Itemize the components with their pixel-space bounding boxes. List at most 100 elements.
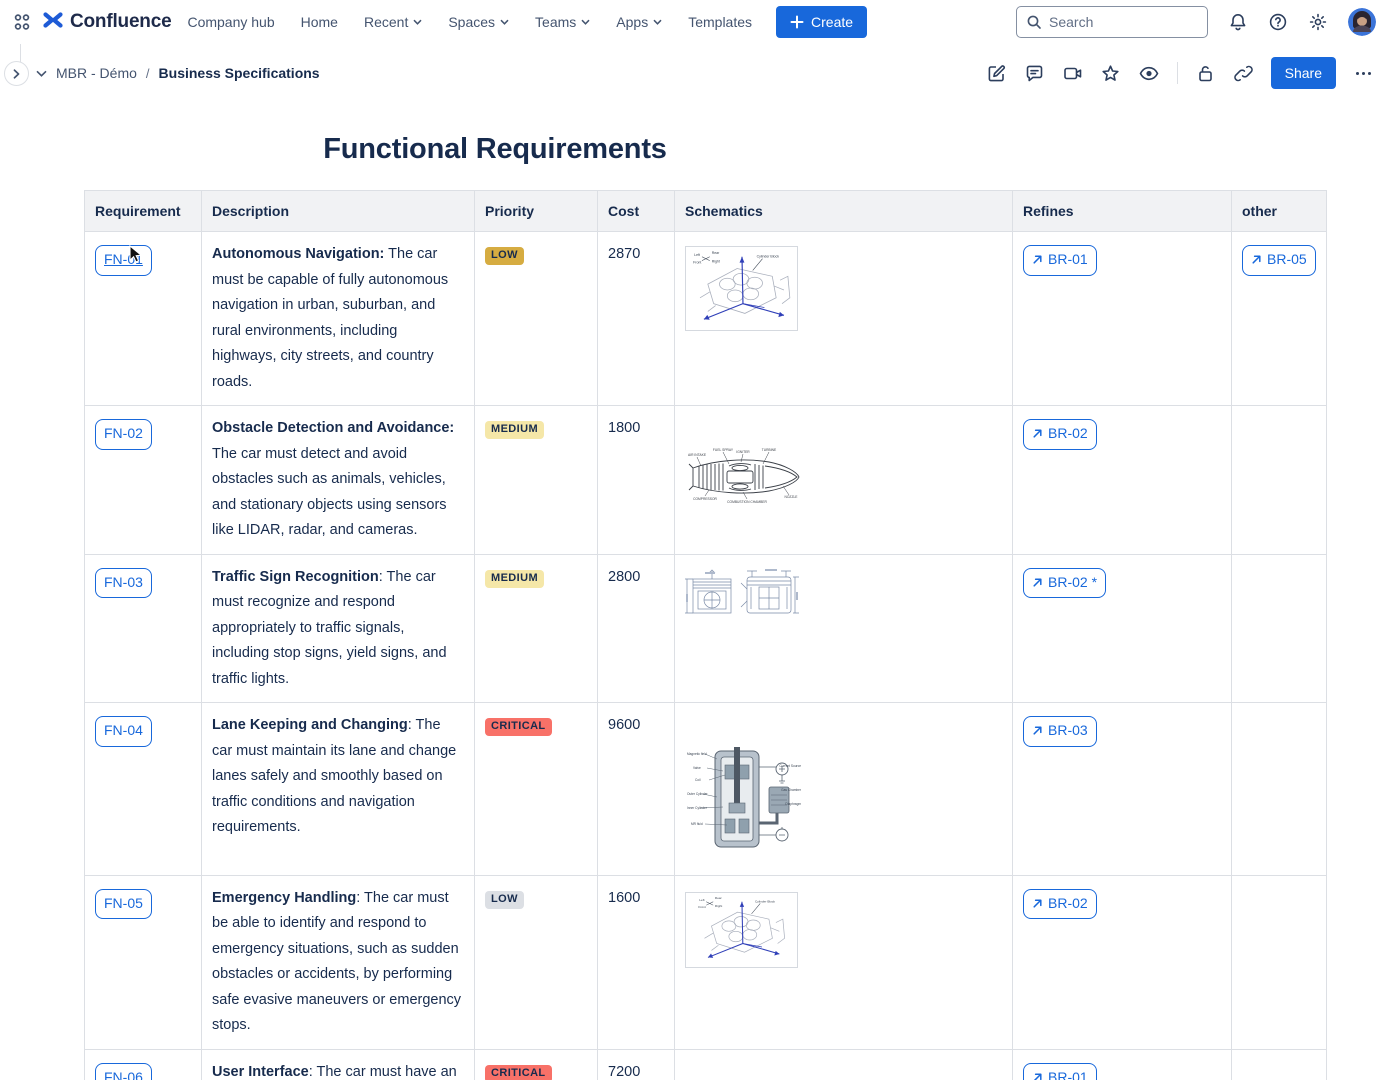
- star-icon[interactable]: [1096, 58, 1126, 88]
- cell-requirement: FN-01: [85, 232, 202, 406]
- edit-icon[interactable]: [982, 58, 1012, 88]
- confluence-brand[interactable]: Confluence: [42, 10, 171, 35]
- svg-text:Valve: Valve: [693, 766, 701, 770]
- priority-badge: MEDIUM: [485, 421, 544, 439]
- search-input[interactable]: [1049, 14, 1189, 30]
- cell-refines: BR-03: [1013, 703, 1232, 876]
- watch-eye-icon[interactable]: [1134, 58, 1164, 88]
- search-box[interactable]: [1016, 6, 1208, 38]
- cell-schematics: [675, 554, 1013, 703]
- nav-home[interactable]: Home: [301, 14, 338, 30]
- description-term: User Interface: [212, 1064, 309, 1080]
- table-row: FN-03 Traffic Sign Recognition: The car m…: [85, 554, 1327, 703]
- brand-wordmark: Confluence: [70, 11, 171, 33]
- refined-link-chip[interactable]: BR-05: [1242, 245, 1316, 276]
- user-avatar[interactable]: [1348, 8, 1376, 36]
- requirement-chip[interactable]: FN-04: [95, 716, 152, 747]
- cell-description: Autonomous Navigation: The car must be c…: [202, 232, 475, 406]
- svg-text:Coil: Coil: [695, 778, 701, 782]
- chevron-right-icon: [12, 69, 21, 79]
- svg-text:Cylinder Block: Cylinder Block: [757, 255, 780, 259]
- share-button[interactable]: Share: [1271, 57, 1336, 89]
- description-term: Obstacle Detection and Avoidance:: [212, 420, 454, 436]
- video-icon[interactable]: [1058, 58, 1088, 88]
- svg-text:Right: Right: [712, 260, 720, 264]
- cell-refines: BR-02: [1013, 875, 1232, 1049]
- chip-label: FN-01: [104, 247, 143, 273]
- refined-link-chip[interactable]: BR-01: [1023, 1063, 1097, 1080]
- create-button[interactable]: Create: [776, 6, 867, 38]
- svg-text:Diaphragm: Diaphragm: [785, 802, 801, 806]
- cell-requirement: FN-06: [85, 1049, 202, 1080]
- description-text: The car must detect and avoid obstacles …: [212, 446, 447, 539]
- app-switcher-icon[interactable]: [12, 12, 32, 32]
- unlock-icon[interactable]: [1191, 58, 1221, 88]
- requirement-chip[interactable]: FN-06: [95, 1063, 152, 1080]
- expand-sidebar-button[interactable]: [4, 61, 29, 86]
- cell-requirement: FN-04: [85, 703, 202, 876]
- more-actions-icon[interactable]: [1348, 58, 1378, 88]
- arrow-up-right-icon: [1032, 254, 1043, 265]
- description-text: : The car must maintain its lane and cha…: [212, 717, 456, 835]
- cell-description: Obstacle Detection and Avoidance: The ca…: [202, 406, 475, 555]
- schematic-image-pistons[interactable]: [685, 567, 800, 621]
- refined-link-chip[interactable]: BR-01: [1023, 245, 1097, 276]
- refined-link-chip[interactable]: BR-02: [1023, 889, 1097, 920]
- breadcrumb-page[interactable]: Business Specifications: [159, 65, 320, 81]
- schematic-image-engine-block[interactable]: Left Rear Front Right Cylinder Block: [685, 246, 798, 331]
- cell-cost: 1800: [598, 406, 675, 555]
- schematic-image-jet-engine[interactable]: AIR INTAKE FUEL SPRAY IGNITER TURBINE CO…: [685, 444, 803, 506]
- search-icon: [1026, 14, 1042, 30]
- chip-label: BR-01: [1048, 247, 1088, 273]
- description-term: Autonomous Navigation:: [212, 246, 384, 262]
- comment-icon[interactable]: [1020, 58, 1050, 88]
- table-row: FN-06 User Interface: The car must have a…: [85, 1049, 1327, 1080]
- cell-cost: 9600: [598, 703, 675, 876]
- chip-label: BR-02: [1048, 891, 1088, 917]
- nav-recent[interactable]: Recent: [364, 14, 422, 30]
- nav-company-hub[interactable]: Company hub: [187, 14, 274, 30]
- header-schematics: Schematics: [675, 191, 1013, 232]
- requirement-chip[interactable]: FN-03: [95, 568, 152, 599]
- chevron-down-icon[interactable]: [36, 70, 47, 77]
- refined-link-chip[interactable]: BR-02: [1023, 419, 1097, 450]
- requirement-chip[interactable]: FN-05: [95, 889, 152, 920]
- header-cost: Cost: [598, 191, 675, 232]
- header-description: Description: [202, 191, 475, 232]
- schematic-image-engine-block-sm[interactable]: Left Rear Front Right Cylinder Block: [685, 892, 798, 968]
- description-text: : The car must be able to identify and r…: [212, 890, 461, 1034]
- refined-link-chip[interactable]: BR-02 *: [1023, 568, 1106, 599]
- notifications-bell-icon[interactable]: [1228, 12, 1248, 32]
- description-text: : The car must recognize and respond app…: [212, 569, 447, 687]
- svg-text:Left: Left: [694, 253, 700, 257]
- requirement-chip[interactable]: FN-01: [95, 245, 152, 276]
- cell-other: [1232, 875, 1327, 1049]
- page-toolbar: Share: [982, 44, 1378, 102]
- settings-gear-icon[interactable]: [1308, 12, 1328, 32]
- header-other: other: [1232, 191, 1327, 232]
- nav-templates[interactable]: Templates: [688, 14, 752, 30]
- help-icon[interactable]: [1268, 12, 1288, 32]
- cell-priority: CRITICAL: [475, 1049, 598, 1080]
- arrow-up-right-icon: [1251, 254, 1262, 265]
- link-icon[interactable]: [1229, 58, 1259, 88]
- cell-priority: LOW: [475, 232, 598, 406]
- requirement-chip[interactable]: FN-02: [95, 419, 152, 450]
- schematic-image-damper[interactable]: Magnetic field Valve Coil Outer Cylinder…: [685, 743, 801, 855]
- cell-other: [1232, 554, 1327, 703]
- cell-priority: MEDIUM: [475, 406, 598, 555]
- svg-text:Front: Front: [693, 261, 701, 265]
- arrow-up-right-icon: [1032, 725, 1043, 736]
- svg-text:FUEL SPRAY: FUEL SPRAY: [713, 448, 734, 452]
- breadcrumb-space[interactable]: MBR - Démo: [56, 65, 137, 81]
- refined-link-chip[interactable]: BR-03: [1023, 716, 1097, 747]
- svg-text:Gas Chamber: Gas Chamber: [781, 788, 801, 792]
- cell-refines: BR-01: [1013, 232, 1232, 406]
- nav-teams[interactable]: Teams: [535, 14, 590, 30]
- nav-apps[interactable]: Apps: [616, 14, 662, 30]
- cell-description: User Interface: The car must have an int…: [202, 1049, 475, 1080]
- top-navigation: Confluence Company hub Home Recent Space…: [0, 0, 1390, 44]
- cell-description: Traffic Sign Recognition: The car must r…: [202, 554, 475, 703]
- nav-spaces[interactable]: Spaces: [448, 14, 509, 30]
- svg-text:Right: Right: [715, 903, 722, 907]
